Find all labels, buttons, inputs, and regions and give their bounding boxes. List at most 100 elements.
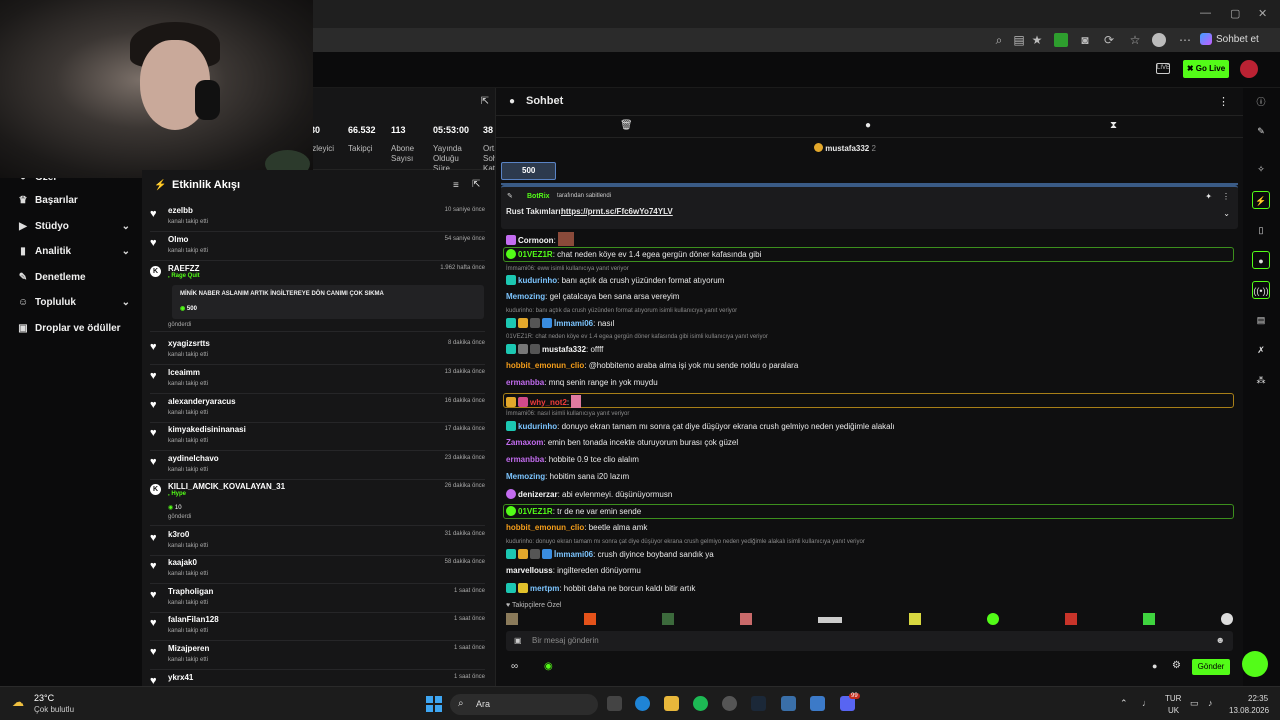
kick-coin-icon[interactable]: ◉ — [544, 661, 553, 672]
emote[interactable] — [1064, 613, 1077, 625]
chevron-up-icon[interactable]: ⌃ — [1120, 698, 1128, 709]
more-icon[interactable]: ⋯ — [1178, 33, 1192, 47]
emote[interactable] — [662, 613, 675, 625]
video-icon: ▶ — [19, 221, 27, 232]
network-icon[interactable]: ▭ — [1190, 698, 1199, 709]
currency-icon[interactable]: ∞ — [511, 661, 518, 672]
zoom-icon[interactable]: ⌕ — [992, 33, 1006, 47]
emote[interactable] — [818, 617, 843, 623]
avatar[interactable] — [1240, 60, 1258, 78]
right-rail: ⓘ ✎ ✧ ⚡ ▯ ● ((•)) ▤ ✗ ⁂ — [1243, 88, 1280, 686]
chat-input[interactable]: ▣ Bir mesaj gönderin ☻ — [506, 631, 1233, 651]
collections-icon[interactable]: ☆ — [1128, 33, 1142, 47]
emote[interactable] — [584, 613, 597, 625]
hourglass-icon[interactable]: ⧗ — [1110, 120, 1117, 131]
clock-date[interactable]: 13.08.2026 — [1229, 706, 1269, 715]
emote[interactable] — [1220, 613, 1233, 625]
sidebar-item-droplar[interactable]: ▣ Droplar ve ödüller — [18, 323, 130, 334]
target-icon[interactable]: ✧ — [1252, 160, 1270, 178]
kick-goal-badge[interactable]: 500 — [501, 162, 556, 180]
gear-icon[interactable]: ⚙ — [1172, 660, 1181, 671]
minimize-button[interactable]: — — [1200, 7, 1211, 19]
extension-icon[interactable] — [1054, 33, 1068, 47]
share-icon[interactable]: ⁂ — [1252, 371, 1270, 389]
language-bottom[interactable]: UK — [1168, 706, 1179, 715]
storage-icon[interactable]: ▤ — [1252, 311, 1270, 329]
floating-action-button[interactable] — [1242, 651, 1268, 677]
sidebar-item-analitik[interactable]: ▮ Analitik ⌄ — [18, 246, 130, 257]
weather-desc[interactable]: Çok bulutlu — [34, 705, 74, 714]
heart-icon: ♥ — [150, 532, 157, 544]
refresh-icon[interactable]: ⟳ — [1102, 33, 1116, 47]
chat-message: Memozing: gel çatalcaya ben sana arsa ve… — [506, 292, 680, 301]
taskbar-search[interactable]: ⌕ Ara — [450, 694, 598, 715]
sidebar-item-studyo[interactable]: ▶ Stüdyo ⌄ — [18, 221, 130, 232]
heart-icon: ♥ — [150, 456, 157, 468]
profile-icon[interactable] — [1152, 33, 1166, 47]
spotify-icon[interactable] — [693, 696, 708, 711]
edit-icon[interactable]: ✎ — [1252, 122, 1270, 140]
clipboard-icon[interactable]: ▯ — [1252, 221, 1270, 239]
feed-item: ♥ ezelbb kanalı takip etti 10 saniye önce — [150, 206, 485, 232]
sidebar-item-denetleme[interactable]: ✎ Denetleme — [18, 272, 130, 283]
go-live-button[interactable]: ✖ Go Live — [1183, 60, 1229, 78]
app-icon-2[interactable] — [781, 696, 796, 711]
favorite-star-icon[interactable]: ★ — [1030, 33, 1044, 47]
copilot-chat-button[interactable]: Sohbet et — [1200, 31, 1278, 49]
chat-message: 01VEZ1R: chat neden köye ev 1.4 egea ger… — [506, 249, 761, 259]
close-window-button[interactable]: ✕ — [1258, 7, 1267, 20]
chevron-down-icon[interactable]: ⌄ — [1223, 209, 1230, 218]
volume-icon[interactable]: ♪ — [1208, 698, 1213, 708]
sidebar-item-topluluk[interactable]: ☺ Topluluk ⌄ — [18, 297, 130, 308]
feed-item: ♥ k3ro0 kanalı takip etti 31 dakika önce — [150, 530, 485, 556]
gift-icon[interactable]: ▣ — [514, 636, 522, 645]
emoji-icon[interactable]: ☻ — [1216, 635, 1225, 645]
live-badge[interactable]: LIVE — [1156, 63, 1170, 74]
clock-time[interactable]: 22:35 — [1248, 694, 1268, 703]
extension-icon-2[interactable]: ◙ — [1078, 33, 1092, 47]
chat-mode-icon[interactable]: ● — [865, 120, 871, 131]
steam-icon[interactable] — [751, 696, 766, 711]
go-live-label: Go Live — [1195, 64, 1226, 73]
lightning-icon[interactable]: ⚡ — [1252, 191, 1270, 209]
chat-message: ermanbba: mnq senin range in yok muydu — [506, 378, 658, 387]
trash-icon[interactable]: 🗑 — [620, 120, 633, 131]
windows-start-icon[interactable] — [426, 696, 442, 712]
emote[interactable] — [506, 613, 518, 625]
edge-icon[interactable] — [635, 696, 650, 711]
sidebar-item-basarilar[interactable]: ♛ Başarılar — [18, 195, 130, 206]
reader-icon[interactable]: ▤ — [1012, 33, 1026, 47]
app-icon[interactable] — [722, 696, 737, 711]
wrench-icon[interactable]: ✗ — [1252, 341, 1270, 359]
emote[interactable] — [1142, 613, 1155, 625]
file-explorer-icon[interactable] — [664, 696, 679, 711]
emote[interactable] — [740, 613, 753, 625]
more-vertical-icon[interactable]: ⋮ — [1222, 192, 1230, 201]
maximize-button[interactable]: ▢ — [1230, 7, 1240, 20]
language-top[interactable]: TUR — [1165, 694, 1181, 703]
pin-icon[interactable]: ✦ — [1205, 192, 1212, 201]
search-icon: ⌕ — [458, 698, 464, 709]
task-view-icon[interactable] — [607, 696, 622, 711]
chat-options-icon[interactable]: ● — [1152, 661, 1157, 671]
popout-icon[interactable]: ⇱ — [481, 96, 489, 107]
emote[interactable] — [986, 613, 999, 625]
broadcast-icon[interactable]: ((•)) — [1252, 281, 1270, 299]
feed-item: ♥ lceaimm kanalı takip etti 13 dakika önce — [150, 368, 485, 394]
more-vertical-icon[interactable]: ⋮ — [1218, 95, 1229, 108]
activity-feed: ⚡ Etkinlik Akışı ≡ ⇱ ♥ ezelbb kanalı takip… — [142, 170, 495, 686]
heart-icon: ♥ — [150, 675, 157, 686]
filter-icon[interactable]: ≡ — [453, 180, 459, 191]
weather-temp[interactable]: 23°C — [34, 693, 54, 703]
popout-icon[interactable]: ⇱ — [472, 179, 480, 190]
send-button[interactable]: Gönder — [1192, 659, 1230, 675]
pinned-link[interactable]: https://prnt.sc/Ffc6wYo74YLV — [561, 207, 673, 216]
emote[interactable] — [908, 613, 921, 625]
kick-message-box: MİNİK NABER ASLANIM ARTIK İNGİLTEREYE DÖ… — [172, 285, 484, 319]
mic-icon[interactable]: ♩ — [1142, 698, 1151, 708]
chevron-down-icon: ⌄ — [121, 221, 130, 232]
top-gifter[interactable]: mustafa332 2 — [814, 143, 876, 153]
photos-icon[interactable] — [810, 696, 825, 711]
chat-icon[interactable]: ● — [1252, 251, 1270, 269]
info-icon[interactable]: ⓘ — [1252, 93, 1270, 111]
